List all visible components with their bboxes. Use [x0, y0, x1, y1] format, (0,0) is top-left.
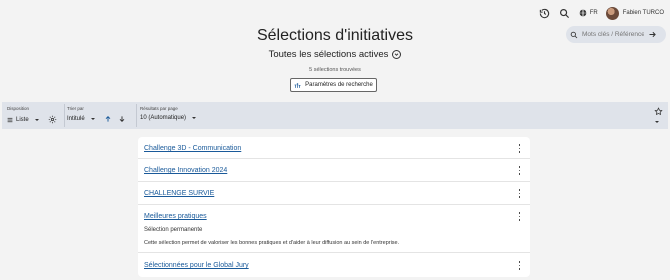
item-title-link[interactable]: CHALLENGE SURVIE [144, 190, 214, 197]
caret-down-icon[interactable] [655, 121, 659, 123]
perpage-group: Résultats par page 10 (Automatique) [140, 106, 197, 121]
list-item: Sélectionnées pour le Global Jury [138, 253, 530, 277]
perpage-label: Résultats par page [140, 106, 178, 111]
item-title-link[interactable]: Challenge 3D - Communication [144, 145, 241, 152]
language-selector[interactable]: FR [579, 9, 598, 17]
item-title-link[interactable]: Challenge Innovation 2024 [144, 167, 227, 174]
more-options-icon[interactable] [518, 212, 521, 221]
search-params-button[interactable]: Paramètres de recherche [290, 78, 377, 92]
arrow-up-icon[interactable] [104, 115, 112, 123]
user-name: Fabien TURCO [622, 10, 664, 16]
list-item: Challenge 3D - Communication [138, 137, 530, 159]
caret-down-icon [34, 118, 39, 121]
globe-icon [579, 9, 587, 17]
sort-select[interactable]: Intitulé [67, 116, 95, 122]
item-title-link[interactable]: Meilleures pratiques [144, 213, 207, 220]
sort-value: Intitulé [67, 116, 85, 122]
list-item: CHALLENGE SURVIE [138, 182, 530, 205]
list-item: Meilleures pratiques Sélection permanent… [138, 205, 530, 253]
more-options-icon[interactable] [518, 166, 521, 175]
more-options-icon[interactable] [518, 144, 521, 153]
sort-group: Trier par Intitulé [67, 106, 126, 123]
toolbar-divider [64, 104, 65, 127]
chevron-down-icon[interactable] [392, 50, 402, 59]
layout-value: Liste [16, 116, 29, 123]
more-options-icon[interactable] [518, 261, 521, 270]
user-menu[interactable]: Fabien TURCO [605, 6, 664, 20]
perpage-select[interactable]: 10 (Automatique) [140, 115, 197, 121]
item-title-link[interactable]: Sélectionnées pour le Global Jury [144, 262, 249, 269]
arrow-down-icon[interactable] [118, 115, 126, 123]
more-options-icon[interactable] [518, 189, 521, 198]
sliders-icon [294, 82, 301, 88]
history-icon[interactable] [539, 7, 551, 19]
selection-filter[interactable]: Toutes les sélections actives [0, 49, 670, 60]
toolbar-divider [136, 104, 137, 127]
layout-group: Disposition Liste [7, 106, 57, 124]
avatar [605, 6, 619, 20]
language-code: FR [589, 10, 598, 16]
star-icon[interactable] [654, 107, 663, 116]
caret-down-icon [90, 118, 95, 120]
perpage-value: 10 (Automatique) [140, 115, 187, 121]
search-icon[interactable] [559, 7, 571, 19]
selection-filter-label: Toutes les sélections actives [268, 49, 389, 60]
item-subtitle: Sélection permanente [144, 227, 203, 233]
page-title: Sélections d'initiatives [256, 27, 414, 44]
top-bar: FR Fabien TURCO [539, 6, 664, 20]
layout-select[interactable]: Liste [7, 117, 39, 123]
gear-icon[interactable] [48, 115, 57, 124]
list-item: Challenge Innovation 2024 [138, 159, 530, 182]
list-icon [7, 117, 13, 122]
layout-label: Disposition [7, 106, 30, 111]
caret-down-icon [192, 117, 197, 119]
item-description: Cette sélection permet de valoriser les … [144, 240, 400, 246]
search-params-label: Paramètres de recherche [305, 82, 373, 88]
results-toolbar: Disposition Liste Trier par Intitulé Rés… [2, 102, 668, 129]
results-count: 5 sélections trouvées [309, 67, 361, 73]
sort-label: Trier par [67, 106, 84, 111]
results-list: Challenge 3D - Communication Challenge I… [138, 137, 530, 277]
